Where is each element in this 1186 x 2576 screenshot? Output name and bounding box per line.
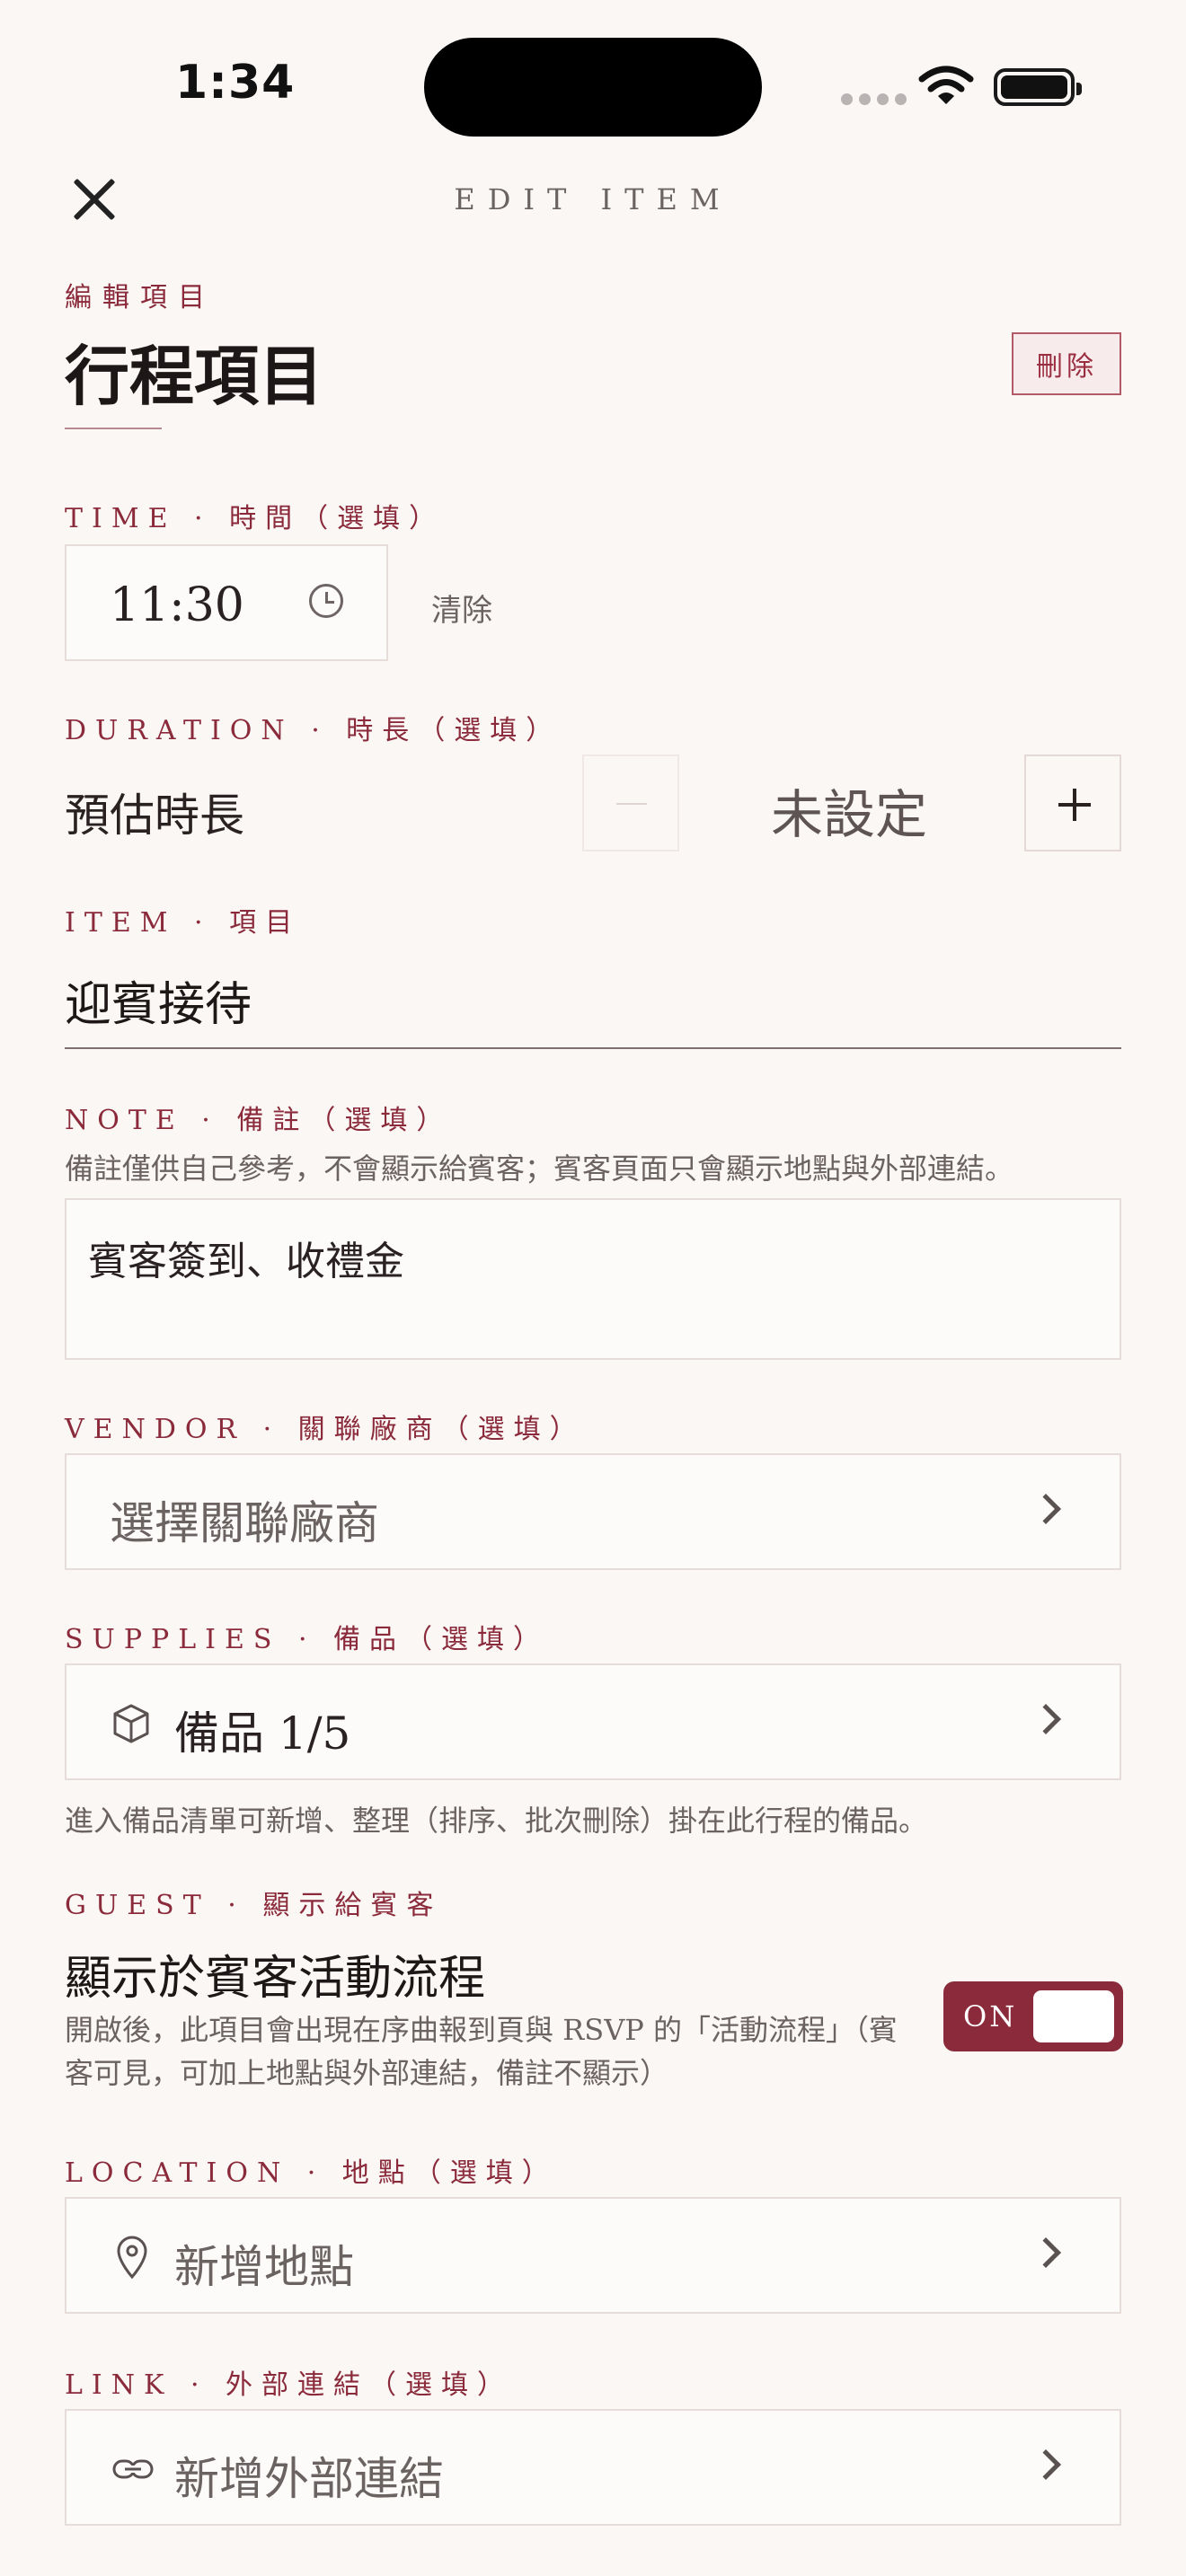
vendor-placeholder: 選擇關聯廠商 [110, 1497, 379, 1549]
duration-row-label: 預估時長 [65, 790, 244, 842]
note-textarea[interactable]: 賓客簽到、收禮金 [65, 1198, 1121, 1360]
supplies-row[interactable]: 備品 1/5 [65, 1663, 1121, 1780]
duration-decrement-button[interactable] [582, 754, 679, 851]
vendor-select-row[interactable]: 選擇關聯廠商 [65, 1453, 1121, 1570]
location-label: LOCATION · 地點（選填） [65, 2157, 558, 2189]
nav-title: EDIT ITEM [454, 182, 732, 216]
cellular-signal-icon [841, 93, 907, 105]
supplies-label: SUPPLIES · 備品（選填） [65, 1624, 550, 1655]
note-help-text: 備註僅供自己參考，不會顯示給賓客；賓客頁面只會顯示地點與外部連結。 [65, 1151, 1014, 1186]
link-icon [111, 2454, 155, 2484]
vendor-label: VENDOR · 關聯廠商（選填） [65, 1414, 586, 1445]
duration-value: 未設定 [770, 784, 927, 845]
note-value: 賓客簽到、收禮金 [88, 1239, 404, 1284]
supplies-help-text: 進入備品清單可新增、整理（排序、批次刪除）掛在此行程的備品。 [65, 1804, 928, 1838]
dynamic-island [424, 38, 762, 137]
chevron-right-icon [1031, 2237, 1061, 2268]
time-label: TIME · 時間（選填） [65, 503, 446, 534]
guest-visibility-description: 開啟後，此項目會出現在序曲報到頁與 RSVP 的「活動流程」（賓客可見，可加上地… [65, 2013, 898, 2090]
battery-icon [994, 68, 1082, 106]
note-label: NOTE · 備註（選填） [65, 1105, 453, 1136]
item-name-input[interactable]: 迎賓接待 [65, 966, 252, 1034]
item-label: ITEM · 項目 [65, 907, 302, 939]
toggle-knob [1033, 1990, 1114, 2042]
title-divider [65, 428, 162, 429]
link-placeholder: 新增外部連結 [174, 2453, 444, 2505]
box-icon [111, 1703, 151, 1744]
guest-label: GUEST · 顯示給賓客 [65, 1890, 443, 1921]
map-pin-icon [115, 2235, 149, 2280]
link-label: LINK · 外部連結（選填） [65, 2369, 514, 2401]
chevron-right-icon [1031, 1704, 1061, 1734]
location-row[interactable]: 新增地點 [65, 2197, 1121, 2314]
guest-visibility-toggle[interactable]: ON [943, 1981, 1123, 2051]
duration-label: DURATION · 時長（選填） [65, 715, 562, 746]
delete-button[interactable]: 刪除 [1012, 332, 1121, 395]
chevron-right-icon [1031, 2449, 1061, 2480]
location-placeholder: 新增地點 [174, 2241, 354, 2293]
link-row[interactable]: 新增外部連結 [65, 2409, 1121, 2526]
page-kicker: 編輯項目 [65, 282, 216, 313]
chevron-right-icon [1031, 1494, 1061, 1524]
item-input-underline [65, 1047, 1121, 1049]
clear-time-button[interactable]: 清除 [431, 586, 492, 630]
guest-visibility-title: 顯示於賓客活動流程 [65, 1952, 486, 2006]
status-time: 1:34 [175, 56, 296, 110]
time-value: 11:30 [110, 578, 244, 632]
toggle-on-label: ON [963, 1999, 1018, 2033]
duration-increment-button[interactable] [1024, 754, 1121, 851]
wifi-icon [918, 65, 974, 108]
supplies-value: 備品 1/5 [174, 1707, 351, 1760]
clock-icon [309, 584, 343, 618]
time-picker[interactable]: 11:30 [65, 544, 388, 661]
page-title: 行程項目 [65, 338, 324, 414]
